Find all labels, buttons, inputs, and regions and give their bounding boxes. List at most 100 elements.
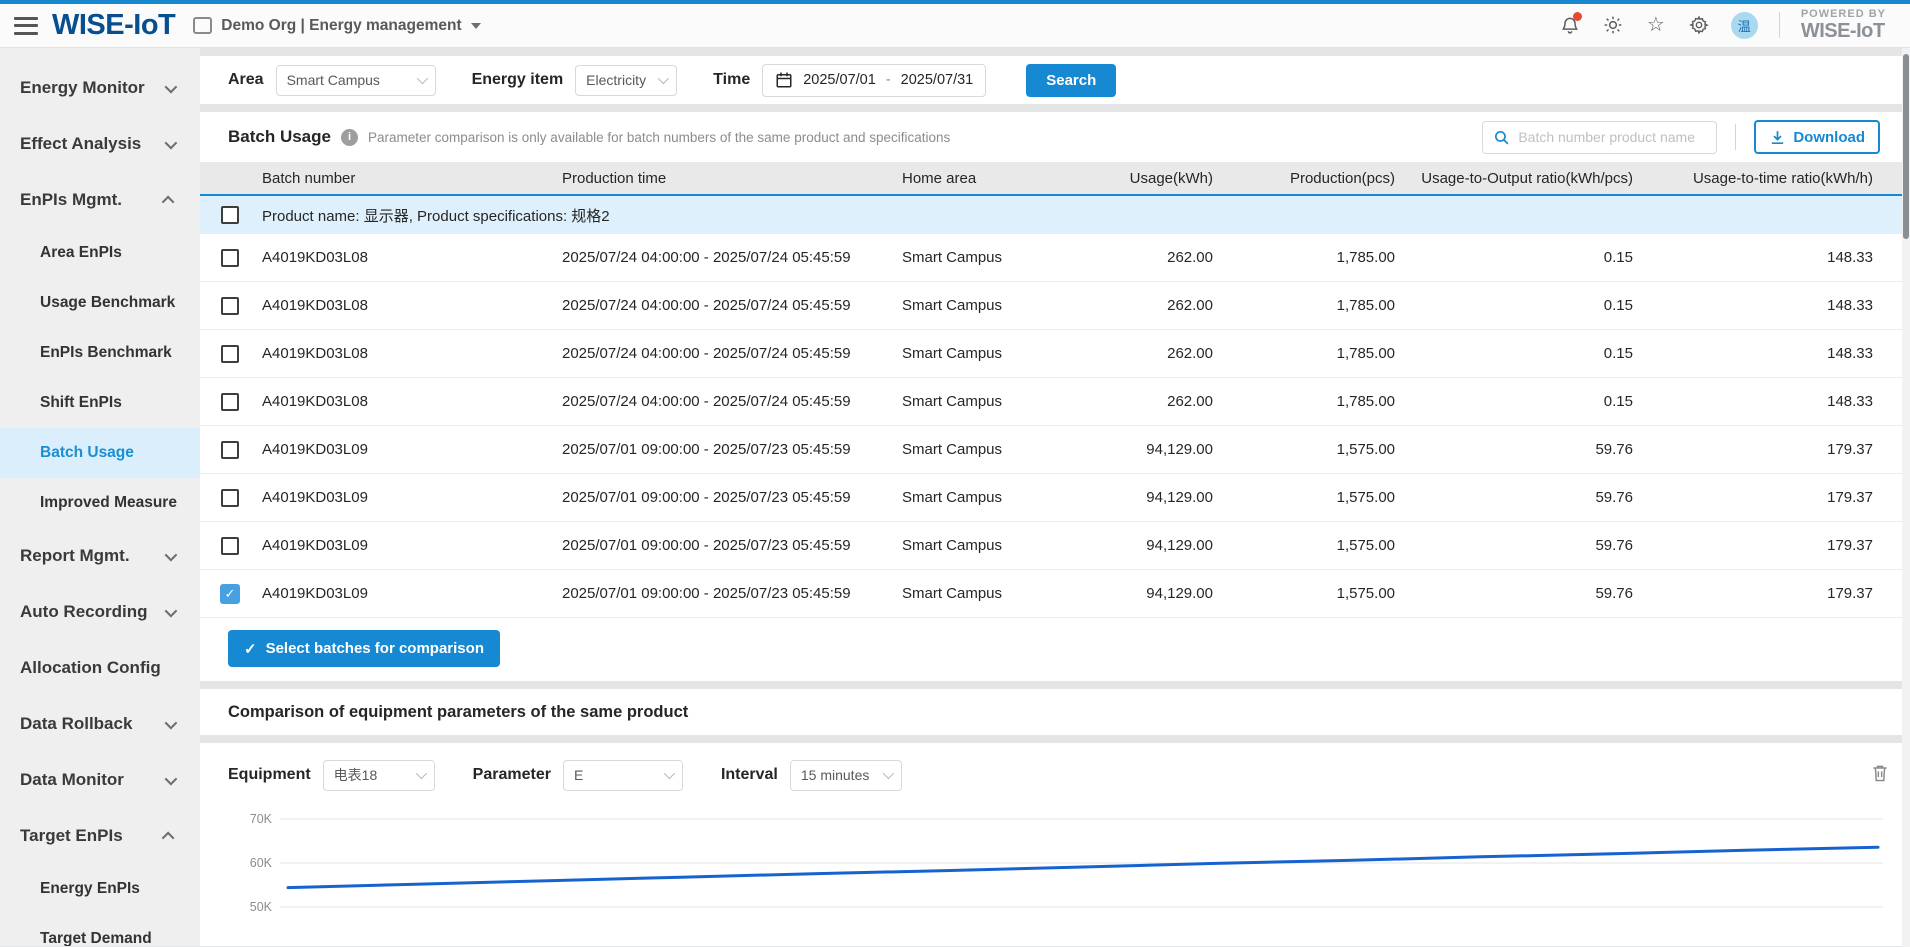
sidebar-item-shift-enpis[interactable]: Shift EnPIs [0,378,200,428]
row-checkbox[interactable]: ✓ [220,584,240,604]
cell-time: 2025/07/01 09:00:00 - 2025/07/23 05:45:5… [560,489,900,506]
user-avatar[interactable]: 温 [1731,12,1758,39]
cell-area: Smart Campus [900,537,1050,554]
sidebar-item-improved-measure[interactable]: Improved Measure [0,478,200,528]
energy-item-select[interactable]: Electricity [575,65,677,96]
equipment-panel: Equipment 电表18 Parameter E Interval 15 m… [200,743,1910,946]
row-checkbox[interactable] [221,441,239,459]
date-range-picker[interactable]: 2025/07/01 - 2025/07/31 [762,64,986,97]
header-divider [1779,12,1780,38]
notification-bell-icon[interactable] [1559,14,1581,36]
interval-select[interactable]: 15 minutes [790,760,902,791]
sidebar-item-target-demand[interactable]: Target Demand [0,914,200,946]
sidebar-item-energy-monitor[interactable]: Energy Monitor [0,60,200,116]
column-header-home-area: Home area [900,170,1050,187]
cell-ratio_time: 148.33 [1635,393,1875,410]
sidebar-item-label: EnPIs Mgmt. [20,190,165,210]
parameter-select[interactable]: E [563,760,683,791]
table-row: A4019KD03L092025/07/01 09:00:00 - 2025/0… [200,426,1910,474]
date-separator: - [886,72,891,88]
search-icon [1493,129,1510,146]
select-batches-button[interactable]: ✓ Select batches for comparison [228,630,500,667]
cell-ratio_output: 0.15 [1397,249,1635,266]
chevron-down-icon [165,548,178,561]
energy-item-label: Energy item [472,71,564,89]
row-checkbox[interactable] [221,345,239,363]
download-button[interactable]: Download [1754,120,1880,154]
chevron-down-icon [415,768,426,779]
sidebar-item-effect-analysis[interactable]: Effect Analysis [0,116,200,172]
favorite-star-icon[interactable]: ☆ [1645,14,1667,36]
cell-ratio_output: 0.15 [1397,297,1635,314]
column-header-usage-to-time-ratio-kwh-h: Usage-to-time ratio(kWh/h) [1635,170,1875,187]
vertical-scrollbar [1902,48,1910,947]
sidebar-item-usage-benchmark[interactable]: Usage Benchmark [0,278,200,328]
column-header-production-time: Production time [560,170,900,187]
toolbar-divider [1735,124,1736,150]
table-row: A4019KD03L082025/07/24 04:00:00 - 2025/0… [200,234,1910,282]
table-row: ✓A4019KD03L092025/07/01 09:00:00 - 2025/… [200,570,1910,618]
column-header-production-pcs: Production(pcs) [1215,170,1397,187]
chevron-down-icon [165,80,178,93]
date-start: 2025/07/01 [803,72,876,88]
row-checkbox[interactable] [221,393,239,411]
column-header-batch-number: Batch number [260,170,560,187]
sidebar-item-label: Allocation Config [20,658,174,678]
search-button[interactable]: Search [1026,64,1116,97]
table-row: A4019KD03L092025/07/01 09:00:00 - 2025/0… [200,474,1910,522]
chevron-down-icon [165,136,178,149]
chevron-down-icon [416,73,427,84]
row-checkbox[interactable] [221,297,239,315]
cell-area: Smart Campus [900,393,1050,410]
cell-ratio_time: 148.33 [1635,249,1875,266]
row-checkbox[interactable] [221,249,239,267]
sidebar-item-enpis-mgmt[interactable]: EnPIs Mgmt. [0,172,200,228]
brightness-icon[interactable] [1602,14,1624,36]
sidebar-item-energy-enpis[interactable]: Energy EnPIs [0,864,200,914]
cell-usage: 94,129.00 [1050,585,1215,602]
sidebar-item-data-rollback[interactable]: Data Rollback [0,696,200,752]
row-checkbox[interactable] [221,537,239,555]
sidebar-item-target-enpis[interactable]: Target EnPIs [0,808,200,864]
chevron-down-icon [165,716,178,729]
cell-batch: A4019KD03L08 [260,393,560,410]
notification-badge [1573,12,1582,21]
sidebar-item-enpis-benchmark[interactable]: EnPIs Benchmark [0,328,200,378]
cell-batch: A4019KD03L09 [260,585,560,602]
delete-trash-icon[interactable] [1870,763,1890,788]
chevron-down-icon [883,768,894,779]
cell-time: 2025/07/24 04:00:00 - 2025/07/24 05:45:5… [560,393,900,410]
scrollbar-thumb[interactable] [1903,54,1909,239]
org-icon [193,17,212,34]
cell-ratio_output: 0.15 [1397,345,1635,362]
cell-usage: 262.00 [1050,393,1215,410]
batch-search-input[interactable] [1518,129,1706,145]
cell-time: 2025/07/01 09:00:00 - 2025/07/23 05:45:5… [560,441,900,458]
sidebar-item-area-enpis[interactable]: Area EnPIs [0,228,200,278]
hamburger-menu-icon[interactable] [14,17,38,35]
table-header-row: Batch numberProduction timeHome area Usag… [200,162,1910,196]
area-select[interactable]: Smart Campus [276,65,436,96]
equipment-label: Equipment [228,766,311,784]
org-selector[interactable]: Demo Org | Energy management [221,17,461,35]
product-group-row: Product name: 显示器, Product specification… [200,196,1910,234]
info-icon: i [341,129,358,146]
sidebar-item-batch-usage[interactable]: Batch Usage [0,428,200,478]
cell-ratio_output: 59.76 [1397,537,1635,554]
filter-bar: Area Smart Campus Energy item Electricit… [200,56,1910,104]
cell-batch: A4019KD03L08 [260,249,560,266]
cell-area: Smart Campus [900,249,1050,266]
sidebar-item-allocation-config[interactable]: Allocation Config [0,640,200,696]
sidebar-item-data-monitor[interactable]: Data Monitor [0,752,200,808]
group-checkbox[interactable] [221,206,239,224]
sidebar-item-report-mgmt[interactable]: Report Mgmt. [0,528,200,584]
cell-ratio_output: 59.76 [1397,489,1635,506]
sidebar-item-auto-recording[interactable]: Auto Recording [0,584,200,640]
settings-gear-icon[interactable] [1688,14,1710,36]
chevron-down-icon [165,772,178,785]
equipment-select[interactable]: 电表18 [323,760,435,791]
org-caret-down-icon[interactable] [471,23,481,29]
chevron-down-icon [165,604,178,617]
row-checkbox[interactable] [221,489,239,507]
cell-ratio_time: 179.37 [1635,489,1875,506]
